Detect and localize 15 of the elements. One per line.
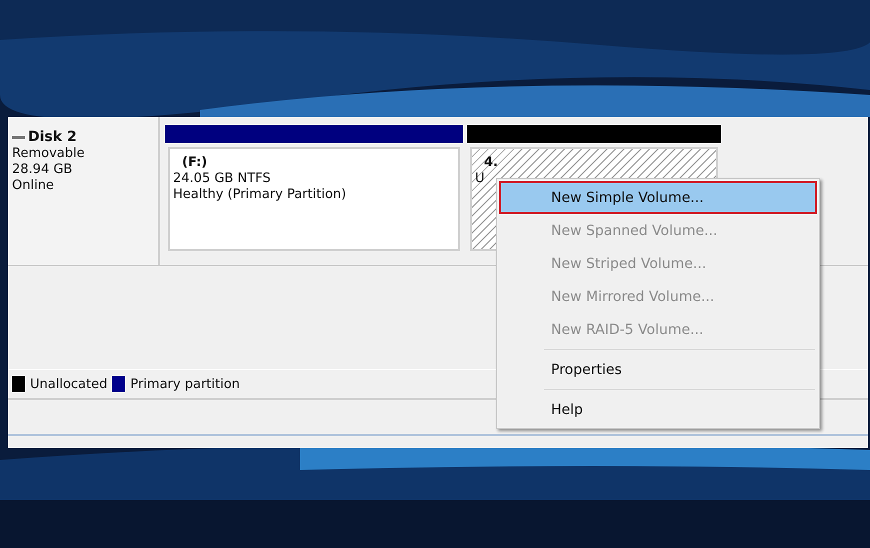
legend-label: Primary partition [130,376,240,392]
partition-text: 4. [483,155,499,170]
partition-text: U [475,171,486,186]
partition-text: Healthy (Primary Partition) [173,187,348,202]
menu-item[interactable]: New Simple Volume... [499,181,817,214]
partition-text: 24.05 GB NTFS [173,171,272,186]
partition-block[interactable]: (F:) 24.05 GB NTFS Healthy (Primary Partition) [168,147,460,251]
menu-item[interactable]: Help [499,393,817,426]
disk-name: Disk 2 [28,129,77,145]
partition-text: (F:) [181,155,208,170]
disk-status: Online [12,178,55,193]
menu-item[interactable]: Properties [499,353,817,386]
disk-type: Removable [12,146,86,161]
legend-label: Unallocated [30,376,108,392]
disk-size: 28.94 GB [12,162,74,177]
